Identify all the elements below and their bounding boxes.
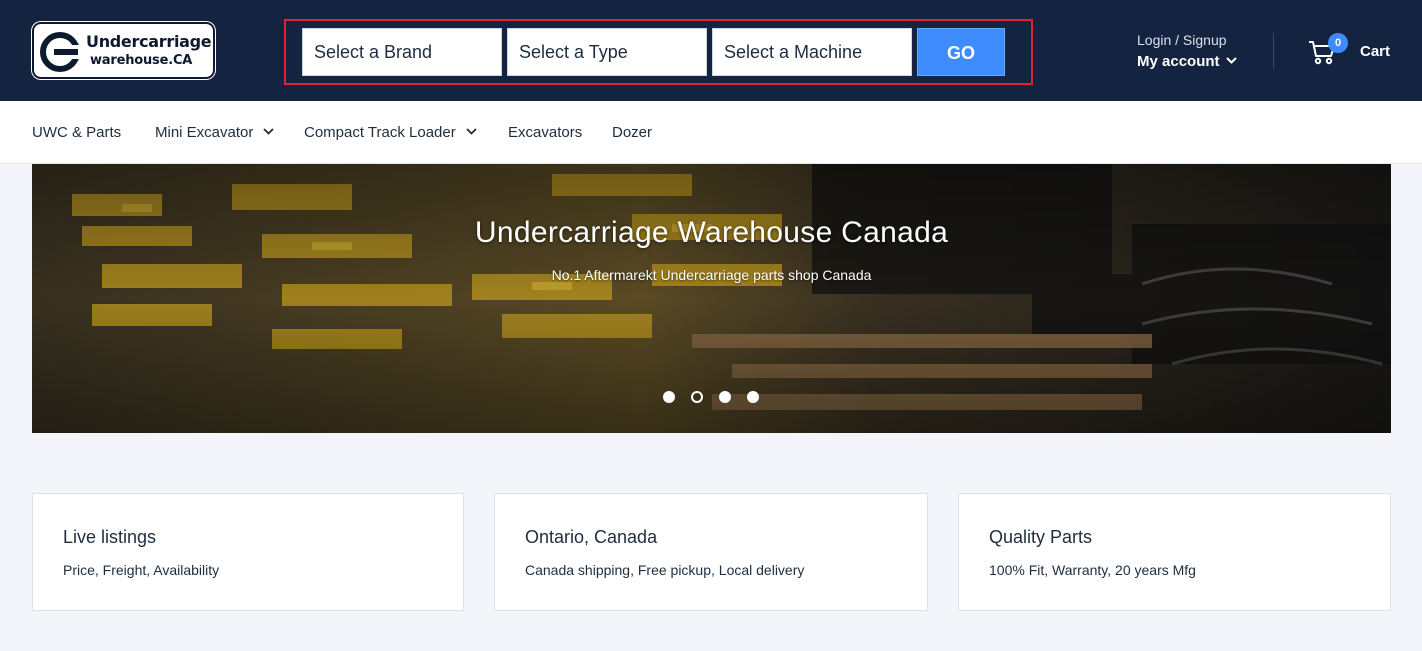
nav-item-compact-track-loader[interactable]: Compact Track Loader bbox=[304, 124, 477, 141]
chevron-down-icon bbox=[466, 128, 477, 135]
login-signup-link[interactable]: Login / Signup bbox=[1137, 32, 1237, 48]
nav-item-label: Mini Excavator bbox=[155, 124, 254, 141]
feature-title: Ontario, Canada bbox=[525, 527, 658, 547]
slide-dot-2[interactable] bbox=[691, 391, 703, 403]
logo-text-line1: Undercarriage bbox=[86, 32, 212, 51]
nav-item-uwc-parts[interactable]: UWC & Parts bbox=[32, 124, 121, 141]
logo-mark-icon bbox=[40, 32, 80, 72]
feature-card-location: Ontario, Canada Canada shipping, Free pi… bbox=[494, 493, 928, 611]
machine-select[interactable]: Select a Machine bbox=[712, 28, 912, 76]
chevron-down-icon bbox=[263, 128, 275, 135]
feature-text: 100% Fit, Warranty, 20 years Mfg bbox=[989, 562, 1196, 578]
hero-background-image bbox=[32, 164, 1391, 433]
hero-slideshow[interactable]: Undercarriage Warehouse Canada No.1 Afte… bbox=[32, 164, 1391, 433]
feature-card-live-listings: Live listings Price, Freight, Availabili… bbox=[32, 493, 464, 611]
cart-count-badge: 0 bbox=[1328, 33, 1348, 53]
nav-item-label: Compact Track Loader bbox=[304, 124, 456, 141]
brand-select[interactable]: Select a Brand bbox=[302, 28, 502, 76]
feature-title: Live listings bbox=[63, 527, 157, 547]
feature-text: Price, Freight, Availability bbox=[63, 562, 220, 578]
feature-title: Quality Parts bbox=[989, 527, 1093, 547]
nav-item-label: UWC & Parts bbox=[32, 124, 122, 141]
nav-item-dozer[interactable]: Dozer bbox=[612, 124, 652, 141]
logo-text-line2: warehouse.CA bbox=[90, 53, 193, 68]
site-header: Undercarriage warehouse.CA Select a Bran… bbox=[0, 0, 1422, 101]
main-navigation: UWC & Parts Mini Excavator Compact Track… bbox=[0, 101, 1422, 164]
nav-item-excavators[interactable]: Excavators bbox=[508, 124, 582, 141]
account-menu[interactable]: Login / Signup My account bbox=[1137, 32, 1237, 70]
nav-item-label: Dozer bbox=[612, 124, 653, 141]
header-divider bbox=[1273, 33, 1274, 69]
slide-dot-1[interactable] bbox=[663, 391, 675, 403]
hero-title: Undercarriage Warehouse Canada bbox=[474, 216, 949, 249]
nav-item-mini-excavator[interactable]: Mini Excavator bbox=[155, 124, 275, 141]
site-logo[interactable]: Undercarriage warehouse.CA bbox=[32, 22, 215, 79]
nav-item-label: Excavators bbox=[508, 124, 583, 141]
slide-dot-3[interactable] bbox=[719, 391, 731, 403]
slide-dot-4[interactable] bbox=[747, 391, 759, 403]
cart-link[interactable]: Cart bbox=[1360, 43, 1390, 60]
chevron-down-icon bbox=[1225, 57, 1237, 64]
feature-text: Canada shipping, Free pickup, Local deli… bbox=[525, 562, 805, 578]
my-account-toggle[interactable]: My account bbox=[1137, 53, 1237, 70]
feature-card-quality: Quality Parts 100% Fit, Warranty, 20 yea… bbox=[958, 493, 1391, 611]
my-account-label: My account bbox=[1137, 53, 1220, 70]
type-select[interactable]: Select a Type bbox=[507, 28, 707, 76]
machine-search-form: Select a Brand Select a Type Select a Ma… bbox=[284, 19, 1033, 85]
go-button[interactable]: GO bbox=[917, 28, 1005, 76]
hero-subtitle: No.1 Aftermarekt Undercarriage parts sho… bbox=[551, 267, 872, 283]
